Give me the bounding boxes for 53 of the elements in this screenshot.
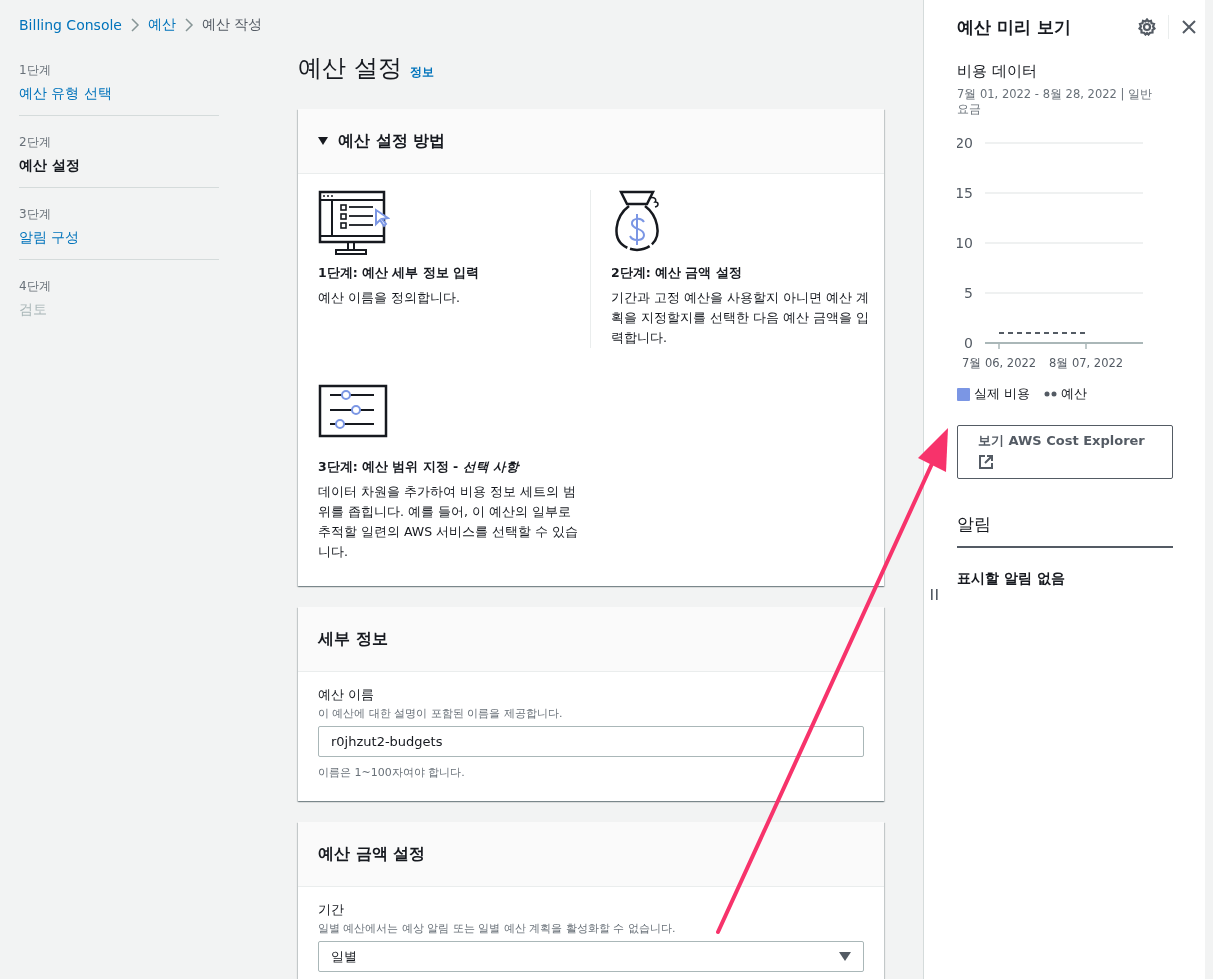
page-title: 예산 설정 (298, 53, 402, 84)
y-tick-label: 5 (964, 285, 973, 301)
y-tick-label: 0 (964, 335, 973, 351)
section-heading: 예산 금액 설정 (318, 843, 426, 865)
chevron-right-icon (129, 18, 140, 32)
field-description: 일별 예산에서는 예상 알림 또는 일별 예산 계획을 활성화할 수 없습니다. (318, 921, 676, 936)
step-title[interactable]: 예산 유형 선택 (19, 85, 112, 103)
y-tick-label: 15 (957, 185, 973, 201)
step-heading: 2단계: 예산 금액 설정 (611, 265, 743, 282)
monitor-icon (318, 190, 390, 256)
step-title[interactable]: 예산 설정 (19, 157, 80, 175)
step-title[interactable]: 알림 구성 (19, 229, 80, 247)
step-number: 1단계 (19, 62, 51, 79)
breadcrumb-link[interactable]: Billing Console (19, 17, 122, 33)
step-heading: 1단계: 예산 세부 정보 입력 (318, 265, 481, 282)
field-constraint: 이름은 1~100자여야 합니다. (318, 765, 465, 780)
field-description: 이 예산에 대한 설명이 포함된 이름을 제공합니다. (318, 706, 563, 721)
legend-label: 예산 (1061, 385, 1088, 403)
section-heading: 세부 정보 (318, 628, 388, 650)
y-tick-label: 10 (957, 235, 973, 251)
info-link[interactable]: 정보 (409, 64, 434, 81)
panel-title: 예산 미리 보기 (957, 15, 1072, 39)
chevron-right-icon (183, 18, 194, 32)
breadcrumb-current: 예산 작성 (201, 16, 263, 34)
x-tick-label: 7월 06, 2022 (961, 356, 1037, 370)
budget-name-input[interactable]: r0jhzut2-budgets (318, 726, 864, 757)
x-tick-label: 8월 07, 2022 (1048, 356, 1124, 370)
breadcrumb-link[interactable]: 예산 (147, 16, 176, 34)
external-link-icon (978, 454, 994, 470)
y-tick-label: 20 (957, 135, 973, 151)
step-description: 데이터 차원을 추가하여 비용 정보 세트의 범위를 좁힙니다. 예를 들어, 이 예산의 일부로 추적할 일련의 AWS 서비스를 선택할 수 있습니다. (318, 483, 579, 561)
date-range: 7월 01, 2022 - 8월 28, 2022 | 일반 요금 (957, 87, 1153, 117)
step-heading: 3단계: 예산 범위 지정 - 선택 사항 (318, 459, 521, 476)
empty-alerts-message: 표시할 알림 없음 (957, 570, 1065, 588)
step-title: 검토 (19, 301, 47, 319)
close-icon[interactable] (1181, 19, 1197, 35)
resize-handle-icon[interactable] (931, 589, 938, 600)
period-select[interactable]: 일별 (318, 941, 864, 972)
step-description: 기간과 고정 예산을 사용할지 아니면 예산 계획을 지정할지를 선택한 다음 예산 금액을 입력합니다. (611, 289, 870, 347)
step-number: 4단계 (19, 278, 51, 295)
cost-explorer-button[interactable]: 보기 AWS Cost Explorer (957, 425, 1173, 479)
field-label: 기간 (318, 901, 344, 919)
caret-down-icon (839, 951, 851, 962)
section-heading: 비용 데이터 (957, 62, 1037, 81)
field-label: 예산 이름 (318, 686, 375, 704)
step-number: 3단계 (19, 206, 51, 223)
section-heading: 예산 설정 방법 (338, 130, 446, 152)
step-number: 2단계 (19, 134, 51, 151)
legend-label: 실제 비용 (974, 385, 1031, 403)
section-heading: 알림 (957, 513, 991, 536)
settings-icon[interactable] (1138, 18, 1156, 36)
step-description: 예산 이름을 정의합니다. (318, 289, 461, 307)
caret-icon[interactable] (318, 136, 328, 146)
